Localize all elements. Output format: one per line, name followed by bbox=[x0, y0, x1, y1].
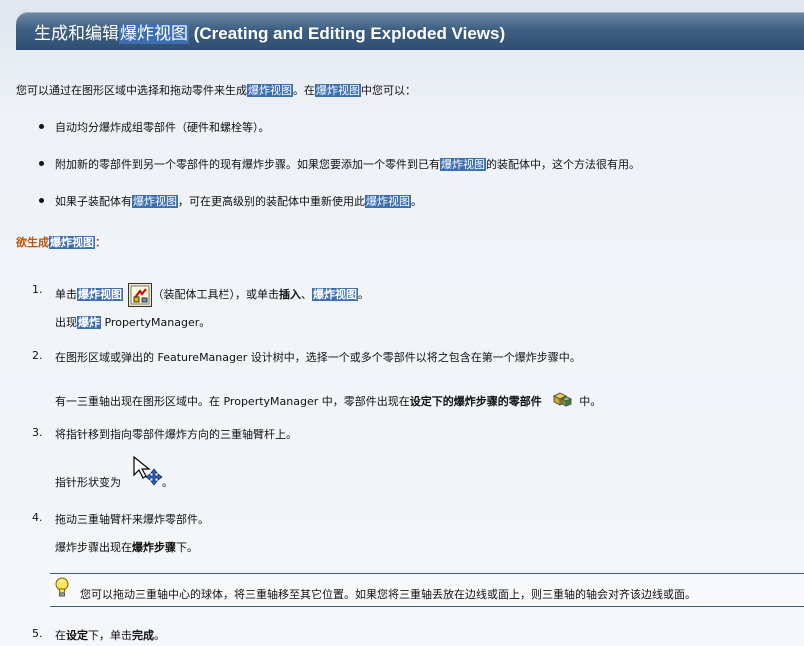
list-item: 自动均分爆炸成组零部件（硬件和螺栓等）。 bbox=[55, 119, 270, 135]
procedure-heading-text: 欲生成 bbox=[16, 236, 49, 249]
title-en: (Creating and Editing Exploded Views) bbox=[189, 24, 506, 43]
step-3: 将指针移到指向零部件爆炸方向的三重轴臂杆上。 bbox=[55, 426, 297, 442]
step-text: 中。 bbox=[579, 395, 602, 408]
step-3-result: 指针形状变为 bbox=[55, 474, 121, 490]
move-pointer-icon bbox=[132, 455, 164, 490]
term-link[interactable]: 爆炸视图 bbox=[312, 288, 358, 301]
term-link[interactable]: 爆炸 bbox=[77, 316, 101, 329]
term-link[interactable]: 爆炸视图 bbox=[440, 158, 486, 171]
step-1-result: 出现爆炸 PropertyManager。 bbox=[55, 314, 210, 330]
step-text: 。 bbox=[154, 629, 165, 642]
step-5: 在设定下，单击完成。 bbox=[55, 627, 165, 643]
bullet-dot bbox=[39, 198, 44, 203]
step-text: 有一三重轴出现在图形区域中。在 PropertyManager 中，零部件出现在 bbox=[55, 395, 410, 408]
step-text: 将指针移到指向零部件爆炸方向的三重轴臂杆上。 bbox=[55, 428, 297, 441]
title-banner: 生成和编辑爆炸视图 (Creating and Editing Exploded… bbox=[16, 12, 804, 50]
step-text: 下。 bbox=[176, 541, 198, 554]
term-link[interactable]: 爆炸视图 bbox=[247, 84, 293, 97]
components-icon bbox=[551, 389, 573, 412]
step-text: 、 bbox=[301, 288, 312, 301]
procedure-heading-text: ： bbox=[95, 236, 106, 249]
step-text: 在图形区域或弹出的 FeatureManager 设计树中，选择一个或多个零部件… bbox=[55, 351, 581, 364]
step-text: 。 bbox=[358, 288, 369, 301]
step-number: 4. bbox=[32, 511, 43, 524]
term-link[interactable]: 爆炸视图 bbox=[315, 84, 361, 97]
intro-text-2: 。在 bbox=[293, 84, 315, 97]
list-item: 附加新的零部件到另一个零部件的现有爆炸步骤。如果您要添加一个零件到已有爆炸视图的… bbox=[55, 156, 640, 172]
step-number: 5. bbox=[32, 627, 43, 640]
lightbulb-icon bbox=[54, 577, 70, 602]
title-cn-prefix: 生成和编辑 bbox=[34, 24, 119, 44]
intro-text-1: 您可以通过在图形区域中选择和拖动零件来生成 bbox=[16, 84, 247, 97]
list-item: 如果子装配体有爆炸视图，可在更高级别的装配体中重新使用此爆炸视图。 bbox=[55, 193, 422, 209]
step-text: 出现 bbox=[55, 316, 77, 329]
step-number: 1. bbox=[32, 283, 43, 296]
title-cn-highlight: 爆炸视图 bbox=[119, 24, 189, 44]
step-bold: 设定下的 bbox=[409, 395, 454, 408]
step-2-result: 有一三重轴出现在图形区域中。在 PropertyManager 中，零部件出现在… bbox=[55, 389, 601, 412]
term-link[interactable]: 爆炸视图 bbox=[365, 195, 411, 208]
step-1: 单击爆炸视图 （装配体工具栏），或单击插入、爆炸视图。 bbox=[55, 283, 369, 310]
step-text: 单击 bbox=[55, 288, 77, 301]
step-number: 3. bbox=[32, 426, 43, 439]
tip-note: 您可以拖动三重轴中心的球体，将三重轴移至其它位置。如果您将三重轴丢放在边线或面上… bbox=[50, 573, 804, 607]
step-bold: 爆炸步骤的零部件 bbox=[453, 395, 542, 408]
list-item-text: 自动均分爆炸成组零部件（硬件和螺栓等）。 bbox=[55, 121, 270, 134]
step-2: 在图形区域或弹出的 FeatureManager 设计树中，选择一个或多个零部件… bbox=[55, 349, 581, 365]
page-title: 生成和编辑爆炸视图 (Creating and Editing Exploded… bbox=[34, 19, 505, 44]
step-bold: 设定 bbox=[66, 629, 88, 642]
term-link[interactable]: 爆炸视图 bbox=[132, 195, 178, 208]
bullet-dot bbox=[39, 161, 44, 166]
tip-text: 您可以拖动三重轴中心的球体，将三重轴移至其它位置。如果您将三重轴丢放在边线或面上… bbox=[80, 588, 696, 601]
list-item-text: 附加新的零部件到另一个零部件的现有爆炸步骤。如果您要添加一个零件到已有 bbox=[55, 158, 440, 171]
step-bold: 插入 bbox=[279, 288, 301, 301]
step-3-result-end: 。 bbox=[162, 476, 173, 489]
list-item-text: 的装配体中，这个方法很有用。 bbox=[486, 158, 640, 171]
intro-text-3: 中您可以： bbox=[361, 84, 416, 97]
list-item-text: ，可在更高级别的装配体中重新使用此 bbox=[178, 195, 365, 208]
step-text: 爆炸步骤出现在 bbox=[55, 541, 132, 554]
bullet-dot bbox=[39, 124, 44, 129]
list-item-text: 如果子装配体有 bbox=[55, 195, 132, 208]
term-link[interactable]: 爆炸视图 bbox=[49, 236, 95, 249]
step-text: 在 bbox=[55, 629, 66, 642]
step-text: （装配体工具栏），或单击 bbox=[152, 288, 280, 301]
step-4: 拖动三重轴臂杆来爆炸零部件。 bbox=[55, 511, 209, 527]
term-link[interactable]: 爆炸视图 bbox=[77, 288, 123, 301]
step-bold: 爆炸步骤 bbox=[132, 541, 176, 554]
step-number: 2. bbox=[32, 349, 43, 362]
list-item-text: 。 bbox=[411, 195, 422, 208]
step-text: 指针形状变为 bbox=[55, 476, 121, 489]
step-text: 下，单击 bbox=[88, 629, 132, 642]
intro-paragraph: 您可以通过在图形区域中选择和拖动零件来生成爆炸视图。在爆炸视图中您可以： bbox=[16, 82, 416, 98]
explode-view-icon[interactable] bbox=[127, 283, 152, 310]
step-bold: 完成 bbox=[132, 629, 154, 642]
step-text: PropertyManager。 bbox=[101, 316, 211, 329]
step-text: 拖动三重轴臂杆来爆炸零部件。 bbox=[55, 513, 209, 526]
procedure-heading: 欲生成爆炸视图： bbox=[16, 234, 106, 250]
step-4-result: 爆炸步骤出现在爆炸步骤下。 bbox=[55, 539, 198, 555]
